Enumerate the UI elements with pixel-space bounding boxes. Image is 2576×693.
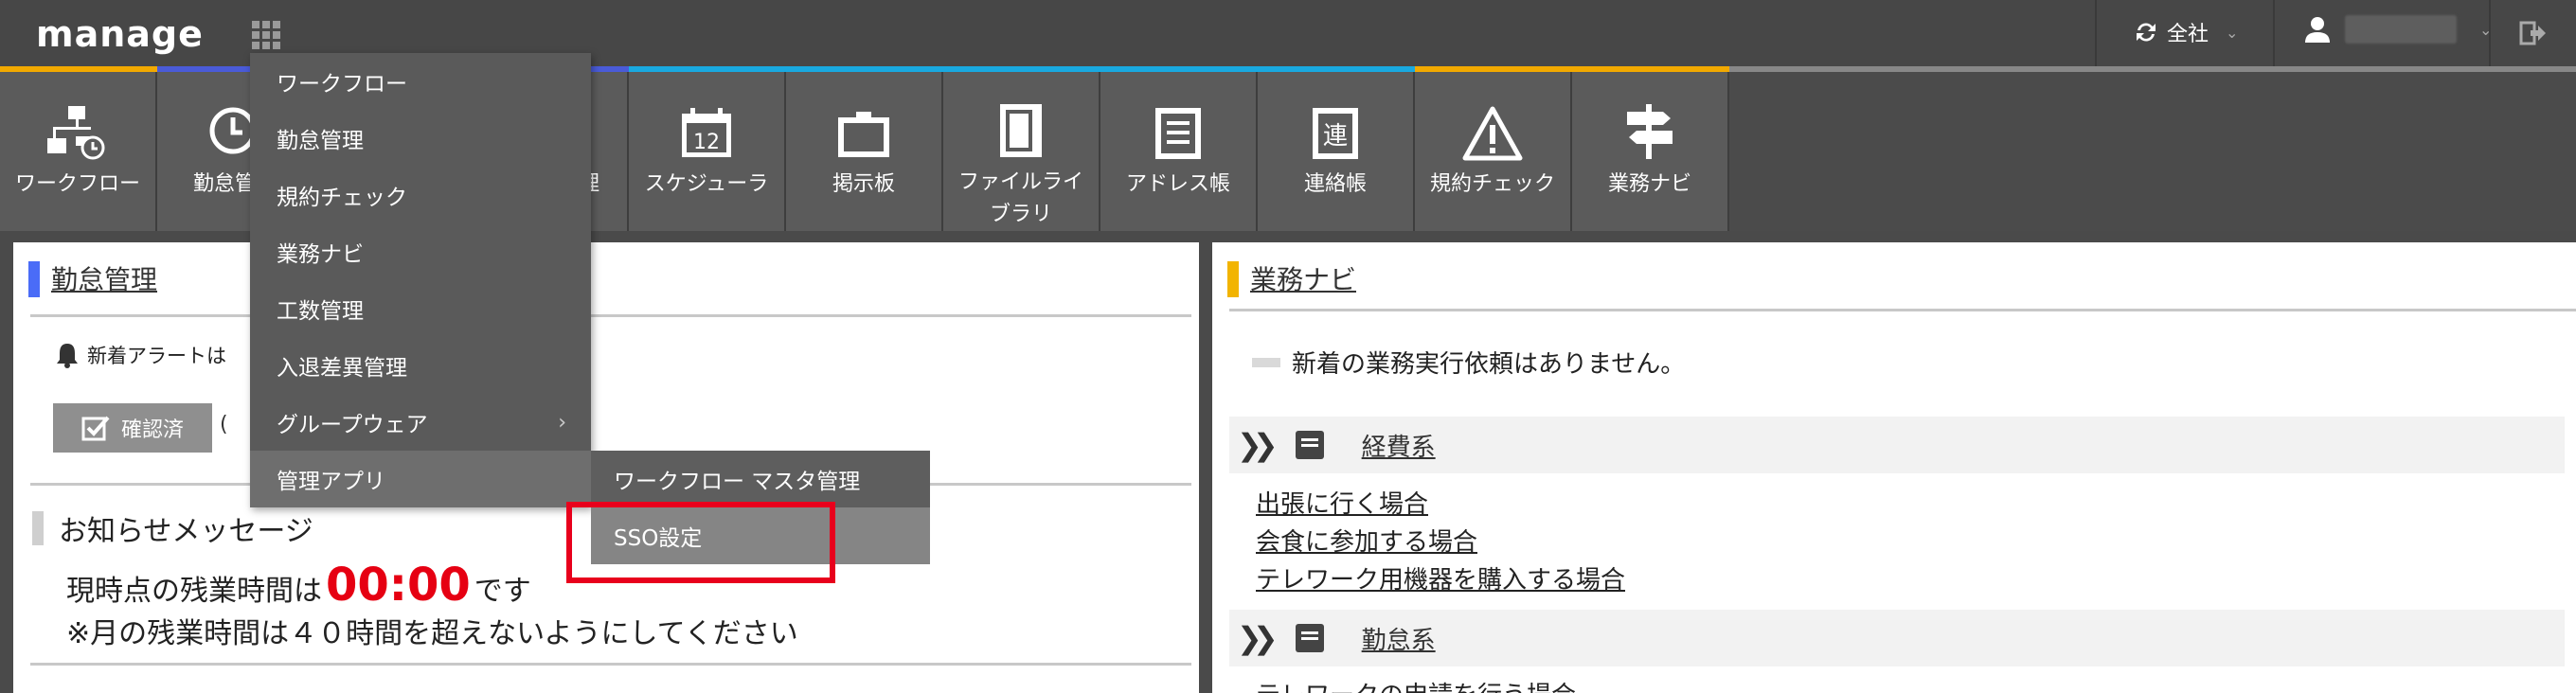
overtime-value: 00:00 <box>326 559 471 612</box>
address-book-icon <box>1155 108 1201 159</box>
toolbar-label: 業務ナビ <box>1607 172 1691 196</box>
scope-label: 全社 <box>2167 23 2209 46</box>
app-logo[interactable]: manage <box>36 13 204 55</box>
toolbar-label: アドレス帳 <box>1125 172 1230 196</box>
highlight-annotation <box>566 502 835 583</box>
file-library-icon <box>1000 104 1042 157</box>
business-navi-panel: 業務ナビ 新着の業務実行依頼はありません。 ❯❯ 経費系 出張に行く場合 会食に… <box>1212 242 2576 693</box>
toolbar-label: スケジューラ <box>644 172 769 196</box>
submenu-item-workflow-master[interactable]: ワークフロー マスタ管理 <box>591 451 930 507</box>
notice-title: お知らせメッセージ <box>32 507 313 549</box>
user-menu[interactable]: ⌄ <box>2303 15 2492 44</box>
panel-title[interactable]: 勤怠管理 <box>28 259 157 297</box>
overtime-message: 現時点の残業時間は 00:00 です <box>66 559 531 612</box>
menu-item-business-navi[interactable]: 業務ナビ <box>250 223 591 280</box>
calendar-icon: 12 <box>682 108 731 157</box>
navi-link[interactable]: テレワーク用機器を購入する場合 <box>1256 560 1625 595</box>
navi-link[interactable]: 会食に参加する場合 <box>1256 523 1477 558</box>
menu-item-entry-exit-diff[interactable]: 入退差異管理 <box>250 337 591 394</box>
toolbar-empty-area <box>1729 72 2576 231</box>
bell-icon <box>57 344 78 368</box>
menu-item-admin-apps[interactable]: 管理アプリ <box>250 451 591 507</box>
user-name <box>2345 15 2457 44</box>
category-header[interactable]: ❯❯ 勤怠系 <box>1229 610 2565 666</box>
toolbar-file-library[interactable]: ファイルライブラリ <box>943 72 1100 231</box>
svg-text:12: 12 <box>693 131 720 154</box>
toolbar-scheduler[interactable]: 12 スケジューラ <box>629 72 786 231</box>
menu-item-attendance[interactable]: 勤怠管理 <box>250 110 591 167</box>
navi-empty-text: 新着の業務実行依頼はありません。 <box>1292 350 1686 379</box>
toolbar-label: ファイルライブラリ <box>957 170 1083 226</box>
app-menu-dropdown: ワークフロー 勤怠管理 規約チェック 業務ナビ 工数管理 入退差異管理 グループ… <box>250 53 591 507</box>
panel-title[interactable]: 業務ナビ <box>1227 259 1356 297</box>
navi-link[interactable]: 出張に行く場合 <box>1256 485 1428 520</box>
navi-empty-message: 新着の業務実行依頼はありません。 <box>1252 345 1685 380</box>
app-grid-icon[interactable] <box>252 21 280 49</box>
toolbar-label: 連絡帳 <box>1303 172 1367 196</box>
svg-text:連: 連 <box>1323 122 1348 151</box>
divider <box>30 314 1191 317</box>
alert-line: 新着アラートは <box>55 341 226 369</box>
menu-item-label: グループウェア <box>277 413 428 437</box>
menu-item-manhour[interactable]: 工数管理 <box>250 280 591 337</box>
scope-selector[interactable]: 全社 ⌄ <box>2133 17 2238 47</box>
toolbar-label: ワークフロー <box>14 172 140 196</box>
overtime-prefix: 現時点の残業時間は <box>66 575 322 608</box>
warning-icon <box>1462 106 1523 161</box>
double-chevron-icon: ❯❯ <box>1237 427 1279 463</box>
menu-item-compliance[interactable]: 規約チェック <box>250 167 591 223</box>
divider <box>1229 309 2576 311</box>
signpost-icon <box>1627 104 1673 159</box>
divider <box>30 663 1191 666</box>
dash-icon <box>1252 357 1280 367</box>
book-icon <box>1295 624 1324 652</box>
toolbar-business-navi[interactable]: 業務ナビ <box>1572 72 1729 231</box>
double-chevron-icon: ❯❯ <box>1237 620 1279 656</box>
user-icon <box>2305 17 2330 43</box>
workflow-icon <box>47 106 105 160</box>
toolbar-label: 規約チェック <box>1429 172 1555 196</box>
toolbar-contact-book[interactable]: 連 連絡帳 <box>1258 72 1415 231</box>
navi-link[interactable]: テレワークの申請を行う場合 <box>1256 676 1576 693</box>
board-icon <box>838 112 889 157</box>
checkbox-icon <box>81 416 110 441</box>
category-name: 経費系 <box>1361 433 1436 462</box>
header-divider <box>2095 0 2097 66</box>
header-divider <box>2273 0 2275 66</box>
refresh-icon <box>2137 23 2156 42</box>
chevron-down-icon: ⌄ <box>2226 23 2239 42</box>
toolbar-workflow[interactable]: ワークフロー <box>0 72 157 231</box>
header-divider <box>2489 0 2491 66</box>
confirmed-button[interactable]: 確認済 <box>53 403 212 453</box>
toolbar-address-book[interactable]: アドレス帳 <box>1100 72 1258 231</box>
book-icon <box>1295 431 1324 459</box>
category-header[interactable]: ❯❯ 経費系 <box>1229 417 2565 473</box>
contact-book-icon: 連 <box>1313 108 1358 159</box>
menu-item-groupware[interactable]: グループウェア › <box>250 394 591 451</box>
confirmed-button-label: 確認済 <box>120 418 184 442</box>
overtime-suffix: です <box>474 575 531 608</box>
overtime-note: ※月の残業時間は４０時間を超えないようにしてください <box>66 617 798 650</box>
toolbar-compliance-check[interactable]: 規約チェック <box>1415 72 1572 231</box>
toolbar-label: 掲示板 <box>832 172 895 196</box>
toolbar-board[interactable]: 掲示板 <box>786 72 943 231</box>
chevron-right-icon: › <box>558 410 566 435</box>
category-name: 勤怠系 <box>1361 626 1436 655</box>
confirm-count: ( <box>220 413 228 436</box>
logout-icon[interactable] <box>2519 19 2548 47</box>
menu-item-workflow[interactable]: ワークフロー <box>250 53 591 110</box>
alert-text: 新着アラートは <box>87 345 226 367</box>
